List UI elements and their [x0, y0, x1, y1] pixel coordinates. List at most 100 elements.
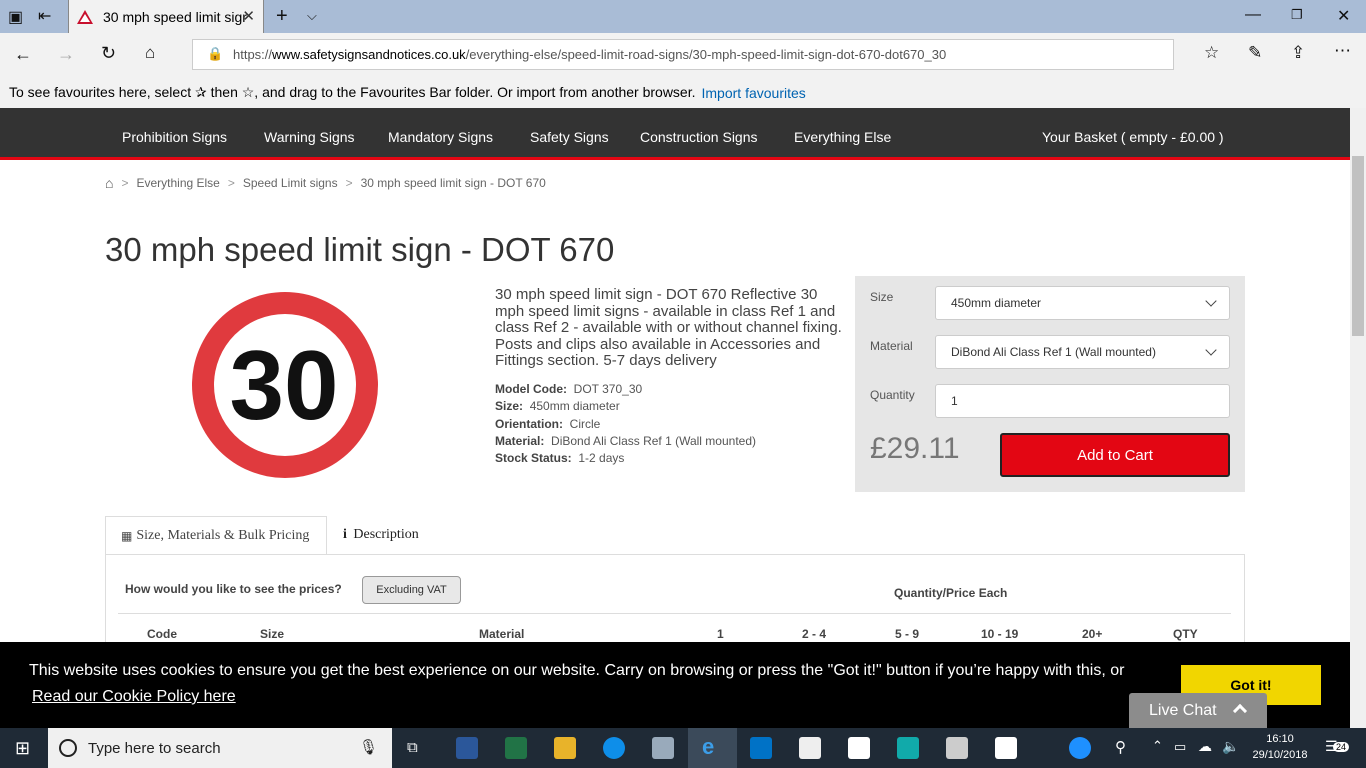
- nav-prohibition-signs[interactable]: Prohibition Signs: [122, 129, 227, 145]
- tab-description-label: Description: [353, 527, 419, 542]
- spec-value: Circle: [569, 416, 601, 431]
- people-icon[interactable]: ⚲: [1115, 738, 1126, 756]
- browser-tab-active[interactable]: 30 mph speed limit sigr ✕: [68, 0, 264, 33]
- import-favourites-link[interactable]: Import favourites: [702, 85, 806, 101]
- forward-icon[interactable]: →: [57, 44, 75, 65]
- tab-description[interactable]: i Description: [343, 527, 419, 543]
- clock-time: 16:10: [1266, 733, 1294, 745]
- quantity-value: 1: [951, 394, 958, 408]
- store-icon[interactable]: [799, 737, 821, 759]
- volume-icon[interactable]: 🔈: [1222, 738, 1239, 755]
- home-breadcrumb-icon[interactable]: ⌂: [105, 175, 113, 191]
- info-icon: i: [343, 527, 347, 542]
- vat-toggle-button[interactable]: Excluding VAT: [362, 576, 461, 604]
- product-image[interactable]: 30: [110, 280, 462, 490]
- spec-material: Material: DiBond Ali Class Ref 1 (Wall m…: [495, 433, 756, 450]
- breadcrumb-speed-limit[interactable]: Speed Limit signs: [243, 176, 338, 190]
- notification-count-badge: 24: [1333, 742, 1350, 752]
- cloud-icon[interactable]: ☁: [1198, 738, 1212, 755]
- web-notes-icon[interactable]: ✎: [1248, 43, 1262, 63]
- breadcrumb-everything-else[interactable]: Everything Else: [136, 176, 219, 190]
- close-tab-icon[interactable]: ✕: [242, 7, 255, 25]
- word-icon[interactable]: [456, 737, 478, 759]
- lock-icon: 🔒: [207, 46, 224, 61]
- edge-icon[interactable]: e: [702, 734, 714, 760]
- col-size: Size: [260, 627, 285, 641]
- taskbar-search-input[interactable]: Type here to search 🎙: [48, 728, 392, 768]
- size-label: Size: [870, 290, 894, 304]
- windows-start-icon[interactable]: ⊞: [15, 738, 30, 759]
- cookie-message: This website uses cookies to ensure you …: [29, 662, 1125, 679]
- restore-icon[interactable]: ❐: [1291, 7, 1303, 23]
- spec-label: Orientation:: [495, 416, 563, 431]
- quantity-price-heading: Quantity/Price Each: [894, 586, 1008, 600]
- spec-value: 1-2 days: [578, 451, 625, 466]
- buy-box: Size 450mm diameter Material DiBond Ali …: [855, 276, 1245, 492]
- home-icon[interactable]: ⌂: [145, 43, 155, 63]
- cortana-icon: [59, 739, 77, 757]
- slack-icon[interactable]: [995, 737, 1017, 759]
- app-icon[interactable]: [946, 737, 968, 759]
- url-path: /everything-else/speed-limit-road-signs/…: [465, 47, 947, 62]
- breadcrumb-separator: >: [345, 176, 353, 190]
- browser-tab-bar: ▣ ⇤ 30 mph speed limit sigr ✕ + ⌵ — ❐ ✕: [0, 0, 1366, 33]
- size-select[interactable]: 450mm diameter: [935, 286, 1230, 320]
- chevron-down-icon: [1205, 295, 1217, 307]
- dropbox-icon[interactable]: [848, 737, 870, 759]
- battery-icon[interactable]: ▭: [1174, 739, 1186, 755]
- spec-orientation: Orientation: Circle: [495, 416, 756, 433]
- spec-stock-status: Stock Status: 1-2 days: [495, 450, 756, 467]
- back-icon[interactable]: ←: [14, 44, 32, 65]
- cookie-policy-link[interactable]: Read our Cookie Policy here: [32, 688, 236, 706]
- nav-warning-signs[interactable]: Warning Signs: [264, 129, 355, 145]
- task-view-icon[interactable]: ⧉: [407, 739, 418, 756]
- scrollbar-thumb[interactable]: [1352, 156, 1364, 336]
- nav-safety-signs[interactable]: Safety Signs: [530, 129, 609, 145]
- arduino-icon[interactable]: [897, 737, 919, 759]
- spec-value: DiBond Ali Class Ref 1 (Wall mounted): [551, 433, 756, 448]
- page-scrollbar[interactable]: [1350, 108, 1366, 728]
- breadcrumb: ⌂ > Everything Else > Speed Limit signs …: [105, 175, 546, 191]
- tab-preview-chevron-icon[interactable]: ⌵: [307, 8, 317, 24]
- url-input[interactable]: 🔒 https://www.safetysignsandnotices.co.u…: [192, 39, 1174, 70]
- col-qty-20-plus: 20+: [1082, 627, 1103, 641]
- tab-size-materials-pricing[interactable]: ▦ Size, Materials & Bulk Pricing: [105, 516, 327, 555]
- chevron-down-icon: [1205, 344, 1217, 356]
- outlook-icon[interactable]: [750, 737, 772, 759]
- teamviewer-icon[interactable]: [603, 737, 625, 759]
- set-aside-tabs-icon[interactable]: ⇤: [38, 6, 51, 26]
- col-qty-1: 1: [717, 627, 724, 641]
- add-to-cart-button[interactable]: Add to Cart: [1000, 433, 1230, 477]
- excel-icon[interactable]: [505, 737, 527, 759]
- taskbar-clock[interactable]: 16:10 29/10/2018: [1249, 731, 1311, 763]
- spec-label: Model Code:: [495, 382, 567, 396]
- nav-construction-signs[interactable]: Construction Signs: [640, 129, 758, 145]
- app-icon[interactable]: [652, 737, 674, 759]
- quantity-input[interactable]: 1: [935, 384, 1230, 418]
- microphone-icon[interactable]: 🎙: [359, 738, 378, 756]
- new-tab-icon[interactable]: +: [276, 5, 288, 28]
- window-close-icon[interactable]: ✕: [1337, 6, 1350, 26]
- sign-number: 30: [229, 330, 338, 440]
- share-icon[interactable]: ⇪: [1291, 43, 1305, 63]
- more-icon[interactable]: ⋯: [1334, 41, 1351, 61]
- refresh-icon[interactable]: ↻: [101, 43, 116, 64]
- nav-everything-else[interactable]: Everything Else: [794, 129, 891, 145]
- nav-mandatory-signs[interactable]: Mandatory Signs: [388, 129, 493, 145]
- material-select[interactable]: DiBond Ali Class Ref 1 (Wall mounted): [935, 335, 1230, 369]
- tab-manager-icon[interactable]: ▣: [8, 7, 23, 27]
- col-qty-5-9: 5 - 9: [895, 627, 920, 641]
- vat-question: How would you like to see the prices?: [125, 582, 342, 596]
- col-material: Material: [479, 627, 525, 641]
- minimize-icon[interactable]: —: [1245, 6, 1261, 24]
- live-chat-button[interactable]: Live Chat: [1129, 693, 1267, 728]
- tray-chevron-up-icon[interactable]: ⌃: [1152, 738, 1163, 754]
- favourites-hub-icon[interactable]: ☆: [1204, 43, 1219, 63]
- tab-size-materials-label: Size, Materials & Bulk Pricing: [136, 528, 310, 543]
- file-explorer-icon[interactable]: [554, 737, 576, 759]
- spec-value: DOT 370_30: [573, 382, 643, 396]
- product-specs: Model Code: DOT 370_30 Size: 450mm diame…: [495, 381, 756, 467]
- help-icon[interactable]: [1069, 737, 1091, 759]
- spec-value: 450mm diameter: [529, 399, 620, 414]
- basket-link[interactable]: Your Basket ( empty - £0.00 ): [1042, 129, 1224, 145]
